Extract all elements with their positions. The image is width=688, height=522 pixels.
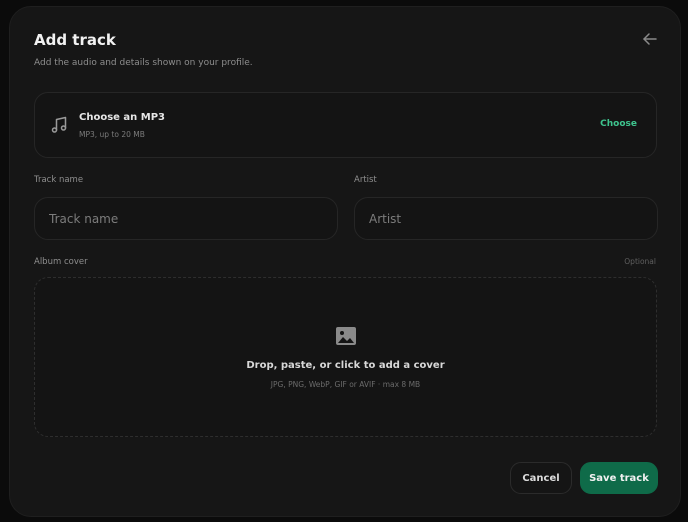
- track-name-input[interactable]: [34, 197, 338, 240]
- music-note-icon: [51, 116, 67, 133]
- add-track-modal: Add track Add the audio and details show…: [9, 6, 681, 517]
- album-cover-label: Album cover: [34, 257, 88, 267]
- file-picker-title: Choose an MP3: [79, 112, 166, 123]
- cancel-button[interactable]: Cancel: [510, 462, 572, 494]
- track-name-label: Track name: [34, 175, 84, 185]
- back-button[interactable]: [640, 29, 660, 49]
- optional-badge: Optional: [624, 257, 656, 266]
- artist-input[interactable]: [354, 197, 658, 240]
- arrow-left-icon: [643, 33, 657, 45]
- file-picker-hint: MP3, up to 20 MB: [79, 130, 145, 139]
- save-track-button[interactable]: Save track: [580, 462, 658, 494]
- image-icon: [336, 327, 356, 345]
- mp3-file-picker[interactable]: Choose an MP3 MP3, up to 20 MB Choose: [34, 92, 657, 158]
- artist-label: Artist: [354, 175, 377, 185]
- dropzone-title: Drop, paste, or click to add a cover: [246, 360, 445, 371]
- dropzone-hint: JPG, PNG, WebP, GIF or AVIF · max 8 MB: [270, 380, 421, 389]
- modal-title: Add track: [34, 31, 116, 49]
- choose-file-button[interactable]: Choose: [600, 119, 637, 129]
- modal-subtitle: Add the audio and details shown on your …: [34, 58, 253, 68]
- cover-dropzone[interactable]: Drop, paste, or click to add a cover JPG…: [34, 277, 657, 437]
